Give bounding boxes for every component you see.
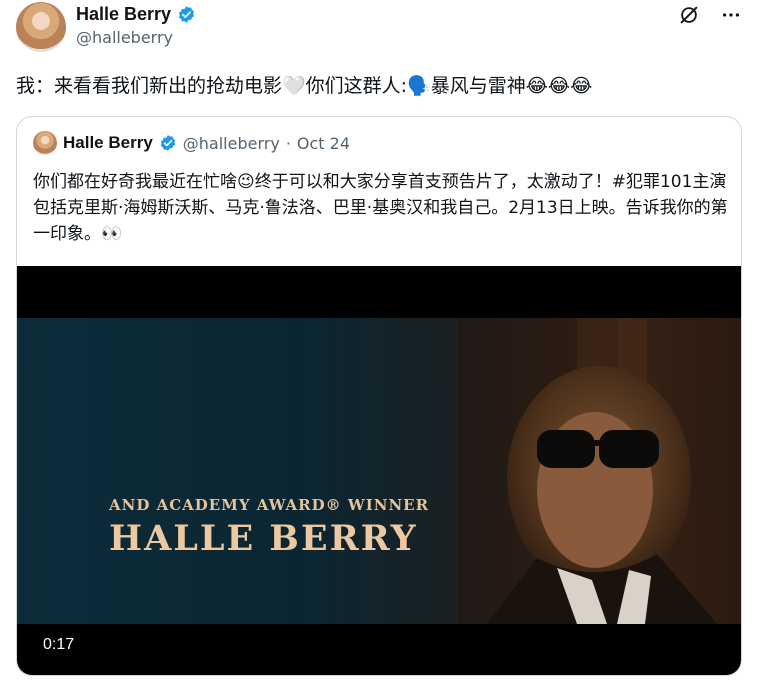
tweet-header: Halle Berry @halleberry [16,0,752,64]
video-overlay-line2: HALLE BERRY [109,518,418,559]
profile-avatar[interactable] [16,2,66,52]
author-row: Halle Berry [76,4,196,25]
verified-badge-icon [179,6,195,23]
video-player[interactable]: AND ACADEMY AWARD® WINNER HALLE BERRY 0:… [17,266,741,675]
verified-badge-icon [160,135,175,151]
quoted-date: Oct 24 [296,133,351,153]
quoted-tweet[interactable]: Halle Berry @halleberry · Oct 24 你们都在好奇我… [16,116,742,676]
quoted-avatar [33,131,57,155]
video-timestamp: 0:17 [43,636,75,653]
quoted-text: 你们都在好奇我最近在忙啥😉终于可以和大家分享首支预告片了，太激动了！#犯罪101… [33,172,728,244]
more-options-icon[interactable] [720,4,742,26]
tweet-text: 我：来看看我们新出的抢劫电影🤍你们这群人:🗣️暴风与雷神😂😂😂 [16,75,593,97]
handle[interactable]: @halleberry [76,28,173,47]
quoted-tweet-header: Halle Berry @halleberry · Oct 24 [33,131,350,155]
separator-dot: · [285,133,291,153]
video-overlay-line1: AND ACADEMY AWARD® WINNER [109,496,430,514]
video-frame: AND ACADEMY AWARD® WINNER HALLE BERRY [17,318,741,624]
grok-icon[interactable] [678,4,700,26]
display-name[interactable]: Halle Berry [76,4,171,25]
quoted-display-name: Halle Berry [63,133,153,152]
header-actions [678,4,742,26]
quoted-handle: @halleberry [182,133,280,153]
movie-still-figure [457,318,717,624]
